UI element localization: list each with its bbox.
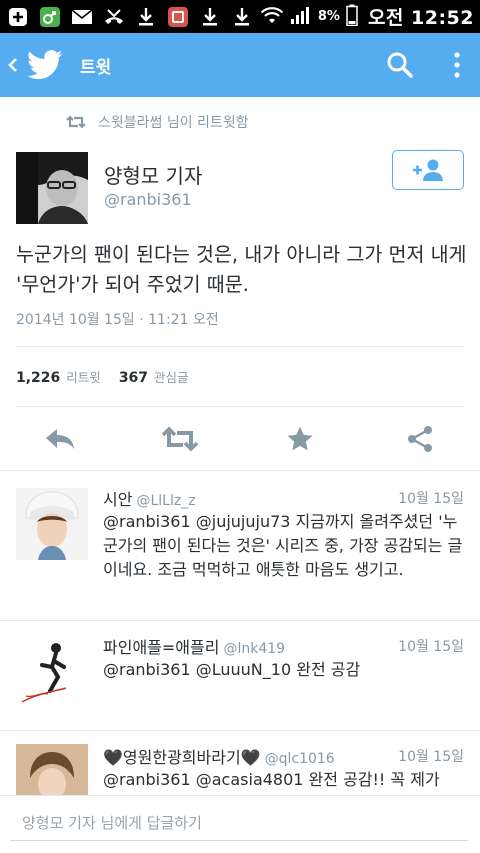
- favorite-button[interactable]: [280, 421, 320, 457]
- back-button[interactable]: [2, 33, 24, 97]
- overflow-menu-button[interactable]: [444, 45, 470, 85]
- battery-percent: 8%: [317, 9, 340, 24]
- reply-text: @ranbi361 @jujujuju73 지금까지 올려주셨던 '누군가의 팬…: [103, 512, 463, 579]
- reply-composer: [0, 795, 480, 853]
- reply-author-name[interactable]: 🖤영원한광희바라기🖤: [103, 748, 261, 767]
- green-app-icon: [38, 5, 61, 28]
- retweet-count[interactable]: 1,226: [16, 370, 60, 386]
- more-vertical-icon: [454, 52, 460, 78]
- reply-button[interactable]: [40, 421, 80, 457]
- download-icon: [198, 5, 221, 28]
- reply-text: @ranbi361 @acasia4801 완전 공감!! 꼭 제가: [103, 770, 440, 789]
- reply-avatar[interactable]: [16, 636, 88, 708]
- divider: [16, 346, 464, 347]
- reply-icon: [46, 429, 74, 449]
- red-app-icon: [166, 5, 189, 28]
- tweet-text: 누군가의 팬이 된다는 것은, 내가 아니라 그가 먼저 내게 '무언가'가 되…: [16, 243, 467, 296]
- missed-call-icon: [102, 5, 125, 28]
- reply-text: @ranbi361 @LuuuN_10 완전 공감: [103, 660, 361, 679]
- author-handle[interactable]: @ranbi361: [104, 190, 192, 209]
- reply-author: 시안 @LlLlz_z: [103, 486, 196, 510]
- search-icon: [387, 52, 413, 78]
- mail-icon: [70, 5, 93, 28]
- share-icon: [408, 426, 432, 452]
- retweet-button[interactable]: [160, 421, 200, 457]
- reply-input[interactable]: [10, 805, 468, 841]
- favorite-count[interactable]: 367: [119, 370, 148, 386]
- page-title: 트윗: [80, 57, 112, 78]
- add-box-icon: [6, 5, 29, 28]
- retweet-context: 스윗블라썸 님이 리트윗함: [66, 112, 249, 132]
- download-icon: [134, 5, 157, 28]
- signal-icon: [290, 5, 312, 29]
- reply-date: 10월 15일: [398, 639, 464, 655]
- favorite-count-label[interactable]: 관심글: [154, 367, 189, 386]
- search-button[interactable]: [380, 45, 420, 85]
- reply-date: 10월 15일: [398, 749, 464, 765]
- clock: 오전 12:52: [367, 7, 474, 29]
- share-button[interactable]: [400, 421, 440, 457]
- follow-button[interactable]: [392, 150, 464, 190]
- battery-icon: [346, 4, 358, 30]
- retweet-context-text: 스윗블라썸 님이 리트윗함: [98, 115, 249, 131]
- retweet-icon: [161, 426, 199, 452]
- tweet-stats: 1,226 리트윗 367 관심글: [16, 367, 207, 386]
- reply-author-name[interactable]: 파인애플=애플리: [103, 638, 219, 657]
- action-bar: 트윗: [0, 33, 480, 97]
- retweet-count-label[interactable]: 리트윗: [66, 367, 101, 386]
- retweet-icon: [66, 115, 86, 129]
- reply-avatar[interactable]: [16, 488, 88, 560]
- status-bar: 8% 오전 12:52: [0, 0, 480, 33]
- reply-date: 10월 15일: [398, 491, 464, 507]
- add-user-icon: [413, 159, 443, 181]
- star-icon: [287, 426, 313, 451]
- download-icon: [230, 5, 253, 28]
- author-avatar[interactable]: [16, 152, 88, 224]
- tweet-actions: [0, 408, 480, 470]
- reply-tweet[interactable]: 파인애플=애플리 @lnk419 10월 15일 @ranbi361 @LuuuN…: [0, 620, 480, 730]
- reply-author: 🖤영원한광희바라기🖤 @qlc1016: [103, 744, 335, 768]
- reply-author-handle[interactable]: @LlLlz_z: [136, 493, 195, 509]
- author-name[interactable]: 양형모 기자: [104, 160, 202, 189]
- tweet-timestamp[interactable]: 2014년 10월 15일 · 11:21 오전: [16, 309, 219, 329]
- reply-author-handle[interactable]: @lnk419: [223, 641, 285, 657]
- reply-author: 파인애플=애플리 @lnk419: [103, 634, 285, 658]
- chevron-left-icon: [8, 58, 17, 72]
- reply-tweet[interactable]: 🖤영원한광희바라기🖤 @qlc1016 10월 15일 @ranbi361 @ac…: [0, 730, 480, 795]
- reply-author-name[interactable]: 시안: [103, 490, 132, 509]
- twitter-bird-icon: [24, 45, 66, 85]
- reply-tweet[interactable]: 시안 @LlLlz_z 10월 15일 @ranbi361 @jujujuju73…: [0, 470, 480, 620]
- reply-avatar[interactable]: [16, 744, 88, 795]
- wifi-icon: [260, 5, 284, 29]
- reply-author-handle[interactable]: @qlc1016: [265, 751, 335, 767]
- divider: [16, 406, 464, 407]
